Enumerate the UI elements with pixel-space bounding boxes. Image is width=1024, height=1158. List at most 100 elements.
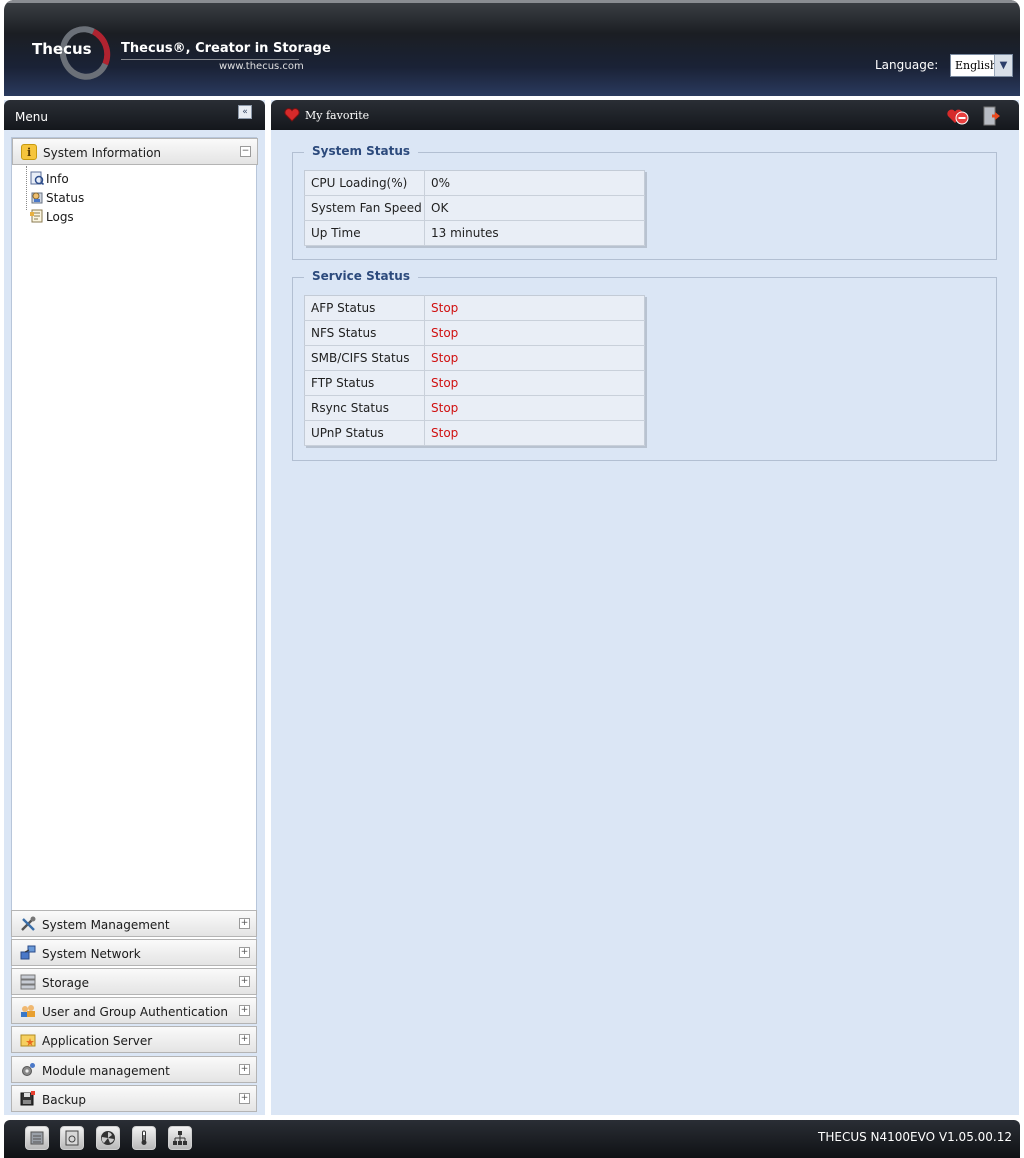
heart-icon	[284, 108, 300, 122]
expand-section-icon[interactable]: +	[239, 1064, 250, 1075]
row-key: NFS Status	[304, 320, 425, 346]
row-key: Rsync Status	[304, 395, 425, 421]
row-value: Stop	[424, 370, 645, 396]
language-select[interactable]: English ▼	[950, 54, 1013, 77]
system-status-table: CPU Loading(%) 0% System Fan Speed OK Up…	[304, 170, 645, 246]
tree-connector	[26, 166, 27, 210]
firmware-version: THECUS N4100EVO V1.05.00.12	[818, 1130, 1012, 1144]
section-label: Backup	[42, 1093, 86, 1107]
expand-section-icon[interactable]: +	[239, 947, 250, 958]
service-status-group: Service Status AFP Status Stop NFS Statu…	[292, 269, 997, 461]
temperature-icon[interactable]	[132, 1126, 156, 1150]
item-label: Status	[46, 191, 85, 205]
favorite-bar: My favorite	[271, 100, 1019, 130]
app-server-icon	[20, 1032, 36, 1048]
row-value: Stop	[424, 420, 645, 446]
table-row: SMB/CIFS Status Stop	[304, 345, 645, 371]
collapse-section-icon[interactable]: −	[240, 146, 251, 157]
language-label: Language:	[875, 58, 939, 72]
row-value: 13 minutes	[424, 220, 645, 246]
logs-icon	[30, 209, 44, 223]
main-content: My favorite System Status CPU Loading(%)…	[271, 100, 1019, 1115]
logo-text: Thecus	[32, 40, 92, 58]
footer-bar: THECUS N4100EVO V1.05.00.12	[4, 1120, 1020, 1158]
chevron-down-icon[interactable]: ▼	[994, 55, 1012, 76]
row-key: CPU Loading(%)	[304, 170, 425, 196]
row-value: Stop	[424, 395, 645, 421]
info-icon: i	[21, 144, 37, 160]
section-system-management[interactable]: System Management +	[11, 910, 257, 937]
section-storage[interactable]: Storage +	[11, 968, 257, 995]
row-value: Stop	[424, 345, 645, 371]
service-status-table: AFP Status Stop NFS Status Stop SMB/CIFS…	[304, 295, 645, 446]
network-icon	[20, 945, 36, 961]
system-status-title: System Status	[304, 144, 419, 158]
section-label: Module management	[42, 1064, 170, 1078]
row-key: UPnP Status	[304, 420, 425, 446]
svg-text:i: i	[27, 146, 31, 159]
item-label: Logs	[46, 210, 74, 224]
section-application-server[interactable]: Application Server +	[11, 1026, 257, 1053]
module-icon	[20, 1062, 36, 1078]
website-link[interactable]: www.thecus.com	[219, 61, 304, 72]
table-row: Rsync Status Stop	[304, 395, 645, 421]
section-label: System Information	[43, 146, 162, 160]
thecus-logo: Thecus	[32, 19, 118, 87]
row-value: 0%	[424, 170, 645, 196]
row-key: FTP Status	[304, 370, 425, 396]
tagline: Thecus®, Creator in Storage	[121, 41, 331, 56]
sidebar: Menu « i System Information − Info Statu…	[4, 100, 265, 1115]
section-user-group-auth[interactable]: User and Group Authentication +	[11, 997, 257, 1024]
expand-section-icon[interactable]: +	[239, 1034, 250, 1045]
service-status-title: Service Status	[304, 269, 418, 283]
item-label: Info	[46, 172, 69, 186]
cpu-icon[interactable]	[25, 1126, 49, 1150]
remove-favorite-icon[interactable]	[946, 107, 970, 125]
table-row: UPnP Status Stop	[304, 420, 645, 446]
my-favorite-label[interactable]: My favorite	[305, 109, 369, 122]
network-status-icon[interactable]	[168, 1126, 192, 1150]
table-row: AFP Status Stop	[304, 295, 645, 321]
table-row: CPU Loading(%) 0%	[304, 170, 645, 196]
section-label: Storage	[42, 976, 89, 990]
users-icon	[20, 1003, 36, 1019]
collapse-menu-button[interactable]: «	[238, 105, 252, 119]
header-shine	[4, 0, 1020, 3]
table-row: System Fan Speed OK	[304, 195, 645, 221]
logout-icon[interactable]	[982, 106, 1004, 126]
section-label: User and Group Authentication	[42, 1005, 228, 1019]
row-value: Stop	[424, 295, 645, 321]
menu-bar: Menu «	[4, 100, 265, 130]
backup-icon	[20, 1091, 36, 1107]
menu-tree-panel: i System Information − Info Status Logs	[11, 137, 258, 1007]
menu-title: Menu	[15, 110, 48, 124]
info-page-icon	[30, 171, 45, 186]
expand-section-icon[interactable]: +	[239, 1093, 250, 1104]
section-label: Application Server	[42, 1034, 153, 1048]
expand-section-icon[interactable]: +	[239, 976, 250, 987]
expand-section-icon[interactable]: +	[239, 918, 250, 929]
section-backup[interactable]: Backup +	[11, 1085, 257, 1112]
row-key: System Fan Speed	[304, 195, 425, 221]
section-label: System Network	[42, 947, 141, 961]
status-icon	[30, 190, 44, 204]
section-system-network[interactable]: System Network +	[11, 939, 257, 966]
system-status-group: System Status CPU Loading(%) 0% System F…	[292, 144, 997, 260]
disk-icon[interactable]	[60, 1126, 84, 1150]
expand-section-icon[interactable]: +	[239, 1005, 250, 1016]
language-value: English	[955, 59, 997, 72]
row-key: Up Time	[304, 220, 425, 246]
header: Thecus Thecus®, Creator in Storage www.t…	[4, 0, 1020, 96]
fan-icon[interactable]	[96, 1126, 120, 1150]
section-system-information[interactable]: i System Information −	[12, 138, 258, 165]
row-key: AFP Status	[304, 295, 425, 321]
tools-icon	[20, 916, 36, 932]
row-key: SMB/CIFS Status	[304, 345, 425, 371]
storage-icon	[20, 974, 36, 990]
tagline-divider	[121, 59, 299, 60]
row-value: Stop	[424, 320, 645, 346]
table-row: FTP Status Stop	[304, 370, 645, 396]
table-row: Up Time 13 minutes	[304, 220, 645, 246]
table-row: NFS Status Stop	[304, 320, 645, 346]
section-module-management[interactable]: Module management +	[11, 1056, 257, 1083]
